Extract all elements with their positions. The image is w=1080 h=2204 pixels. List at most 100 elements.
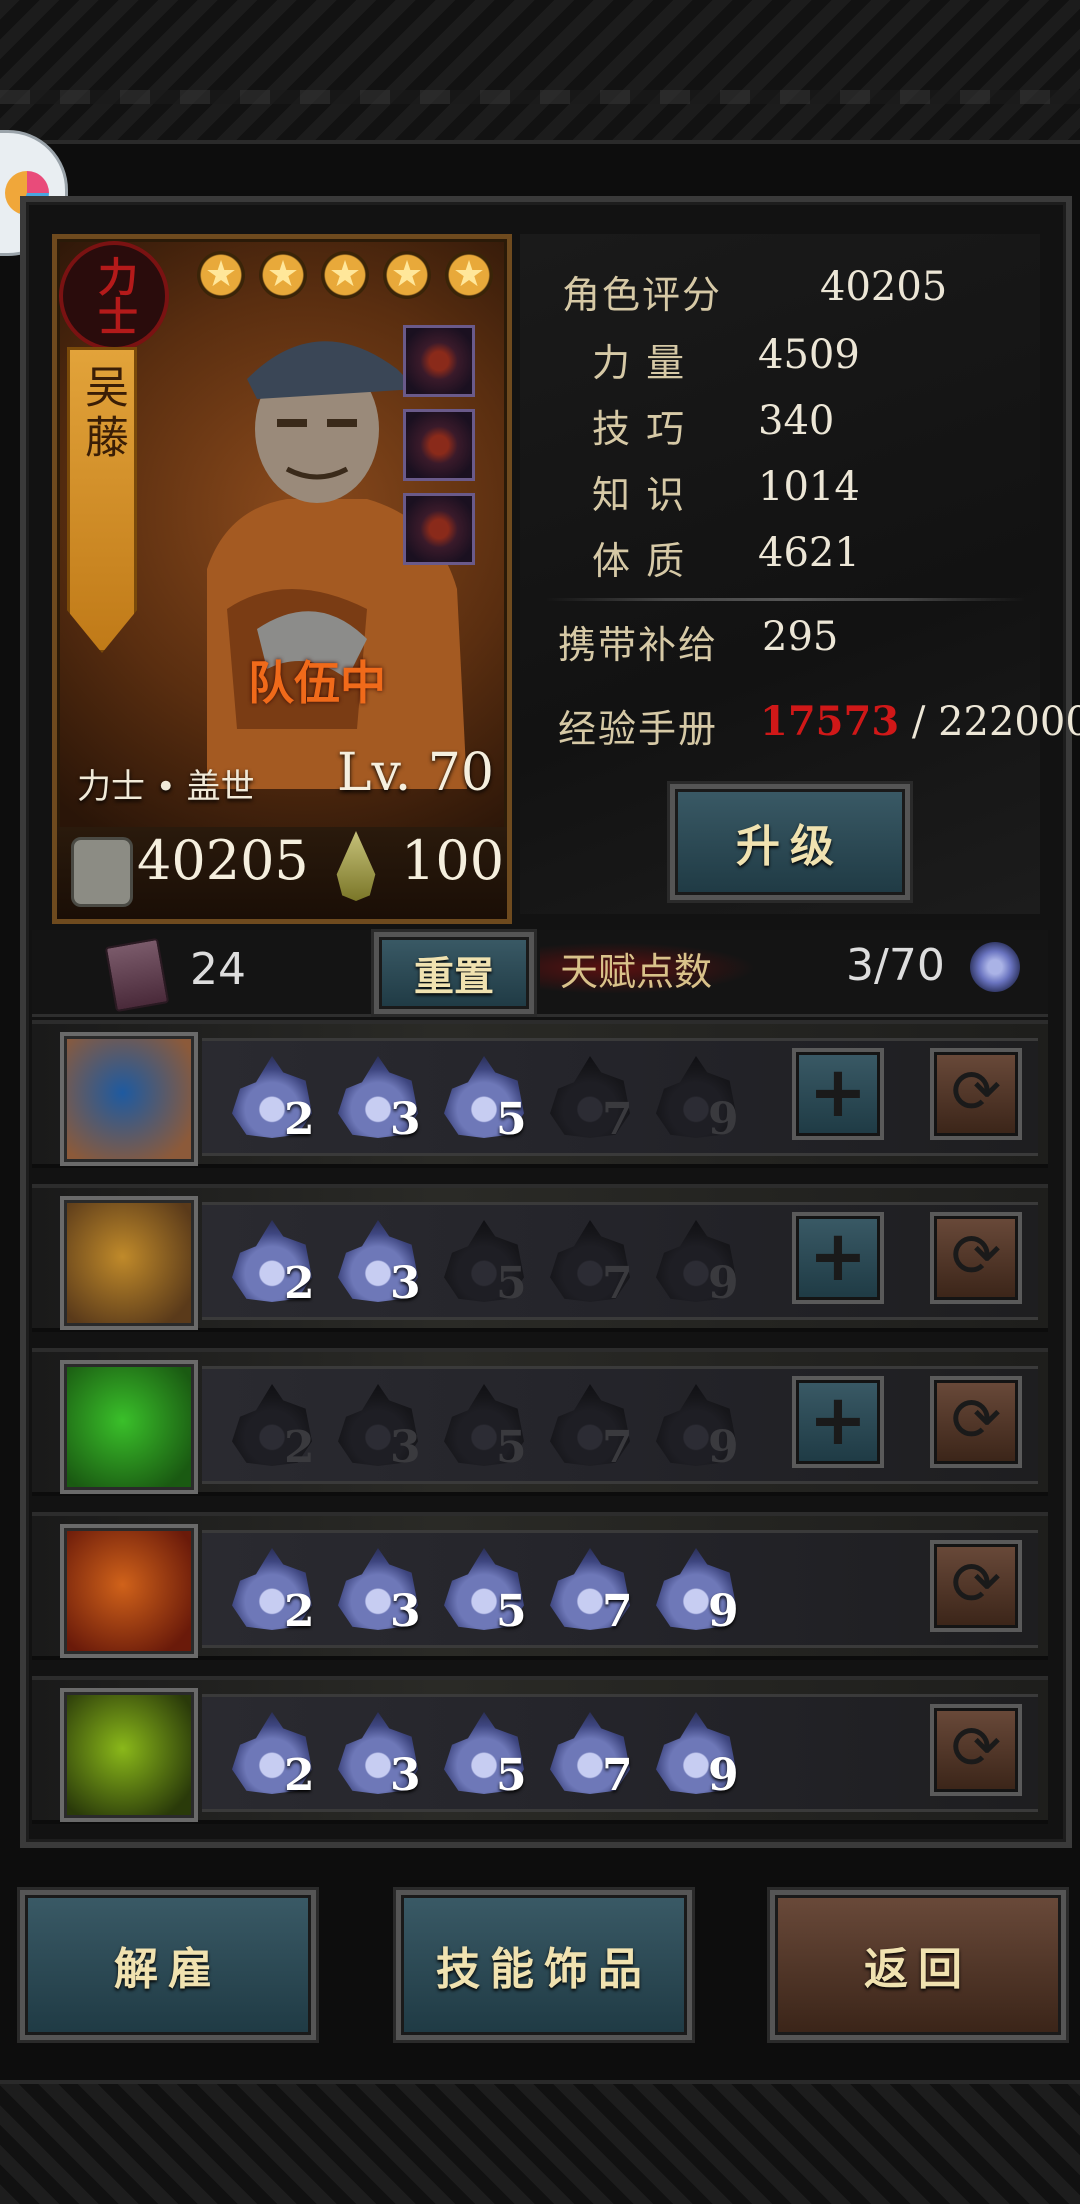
talent-flame-icon: 3: [338, 1056, 421, 1145]
flame-level-label: 5: [496, 1586, 527, 1637]
fire-burst-icon[interactable]: [60, 1524, 198, 1658]
stat-value-strength: 4509: [758, 332, 860, 378]
talent-flame-icon: 7: [550, 1220, 633, 1309]
talent-flame-icon: 9: [656, 1548, 739, 1637]
book-count: 24: [190, 944, 246, 995]
skill-row: 2 3 5 7 9 + ⟳: [32, 1348, 1048, 1496]
talent-flame-icon: 3: [338, 1712, 421, 1801]
swap-skill-button[interactable]: ⟳: [930, 1048, 1022, 1140]
necklace-icon[interactable]: [403, 325, 475, 397]
flame-level-label: 3: [390, 1258, 421, 1309]
flame-level-label: 7: [602, 1586, 633, 1637]
dismiss-button[interactable]: 解雇: [20, 1890, 316, 2040]
rating-value: 40205: [820, 264, 948, 310]
supply-label: 携带补给: [558, 623, 719, 667]
poison-shadow-icon[interactable]: [60, 1688, 198, 1822]
talent-flame-icon: 5: [444, 1384, 527, 1473]
green-fist-icon[interactable]: [60, 1360, 198, 1494]
flame-level-label: 2: [284, 1750, 315, 1801]
flex-strength-icon[interactable]: [60, 1032, 198, 1166]
talent-flame-icon: 7: [550, 1712, 633, 1801]
stat-label-skill: 技 巧: [592, 407, 687, 451]
blade-strike-icon[interactable]: [60, 1196, 198, 1330]
talent-flame-icon: 9: [656, 1712, 739, 1801]
stat-label-knowledge: 知 识: [592, 473, 687, 517]
power-value: 40205: [137, 829, 309, 892]
star-icon: ★: [383, 251, 431, 299]
flame-level-label: 9: [708, 1094, 739, 1145]
talent-flame-icon: 2: [232, 1384, 315, 1473]
reset-button[interactable]: 重置: [374, 932, 534, 1014]
flame-level-label: 2: [284, 1258, 315, 1309]
fist-icon: [71, 837, 133, 907]
hero-name: 吴藤: [77, 364, 128, 464]
flame-level-label: 3: [390, 1422, 421, 1473]
supply-value: 295: [762, 614, 839, 660]
flame-level-label: 9: [708, 1750, 739, 1801]
swap-skill-button[interactable]: ⟳: [930, 1212, 1022, 1304]
skill-row: 2 3 5 7 9 + ⟳: [32, 1184, 1048, 1332]
hero-card[interactable]: 力士 吴藤 ★ ★ ★ ★ ★ 队伍中 力士 • 盖世 Lv. 70 40205…: [52, 234, 512, 924]
talent-points-label: 天赋点数: [540, 938, 780, 998]
star-icon: ★: [445, 251, 493, 299]
talent-flame-icon: [970, 942, 1020, 992]
talent-flame-icon: 7: [550, 1384, 633, 1473]
stat-value-skill: 340: [758, 398, 835, 444]
add-skill-point-button[interactable]: +: [792, 1376, 884, 1468]
talent-flame-icon: 2: [232, 1548, 315, 1637]
amulet-icon[interactable]: [403, 493, 475, 565]
talent-flame-icon: 2: [232, 1056, 315, 1145]
talent-flame-icon: 5: [444, 1220, 527, 1309]
flame-level-label: 9: [708, 1586, 739, 1637]
talent-flame-icon: 5: [444, 1548, 527, 1637]
exp-total: / 222000: [911, 699, 1080, 745]
talent-flame-icon: 2: [232, 1712, 315, 1801]
rating-label: 角色评分: [562, 273, 723, 317]
hero-class: 力士 • 盖世: [77, 767, 255, 807]
star-rating: ★ ★ ★ ★ ★: [197, 251, 493, 299]
stat-label-constitution: 体 质: [592, 539, 687, 583]
flame-level-label: 3: [390, 1750, 421, 1801]
skill-row: 2 3 5 7 9 + ⟳: [32, 1020, 1048, 1168]
flame-level-label: 7: [602, 1094, 633, 1145]
flame-level-label: 2: [284, 1422, 315, 1473]
swap-skill-button[interactable]: ⟳: [930, 1376, 1022, 1468]
talent-flame-icon: 9: [656, 1384, 739, 1473]
talent-flame-icon: 9: [656, 1056, 739, 1145]
back-button[interactable]: 返回: [770, 1890, 1066, 2040]
bottom-decor-band: [0, 2080, 1080, 2204]
talent-flame-icon: 3: [338, 1548, 421, 1637]
flame-level-label: 9: [708, 1422, 739, 1473]
skill-row: 2 3 5 7 9 ⟳: [32, 1512, 1048, 1660]
star-icon: ★: [259, 251, 307, 299]
talent-flame-icon: 9: [656, 1220, 739, 1309]
stat-value-knowledge: 1014: [758, 464, 860, 510]
talent-flame-icon: 5: [444, 1712, 527, 1801]
flame-level-label: 5: [496, 1258, 527, 1309]
swap-skill-button[interactable]: ⟳: [930, 1704, 1022, 1796]
add-skill-point-button[interactable]: +: [792, 1048, 884, 1140]
stat-value-constitution: 4621: [758, 530, 860, 576]
star-icon: ★: [321, 251, 369, 299]
talent-flame-icon: 2: [232, 1220, 315, 1309]
talent-flame-icon: 5: [444, 1056, 527, 1145]
flame-level-label: 5: [496, 1422, 527, 1473]
ring-icon[interactable]: [403, 409, 475, 481]
stats-divider: [546, 598, 1026, 601]
exp-current: 17573: [760, 698, 900, 745]
party-status: 队伍中: [248, 656, 386, 710]
swap-skill-button[interactable]: ⟳: [930, 1540, 1022, 1632]
skill-items-button[interactable]: 技能饰品: [396, 1890, 692, 2040]
flame-level-label: 7: [602, 1422, 633, 1473]
upgrade-button[interactable]: 升级: [670, 784, 910, 900]
flame-level-label: 5: [496, 1750, 527, 1801]
talent-flame-icon: 7: [550, 1056, 633, 1145]
flame-level-label: 2: [284, 1586, 315, 1637]
flame-level-label: 9: [708, 1258, 739, 1309]
exp-value: 17573 / 222000: [760, 698, 1080, 745]
talent-points-value: 3/70: [846, 940, 945, 991]
add-skill-point-button[interactable]: +: [792, 1212, 884, 1304]
book-icon: [104, 937, 170, 1013]
talent-flame-icon: 7: [550, 1548, 633, 1637]
stamina-value: 100: [401, 829, 505, 892]
